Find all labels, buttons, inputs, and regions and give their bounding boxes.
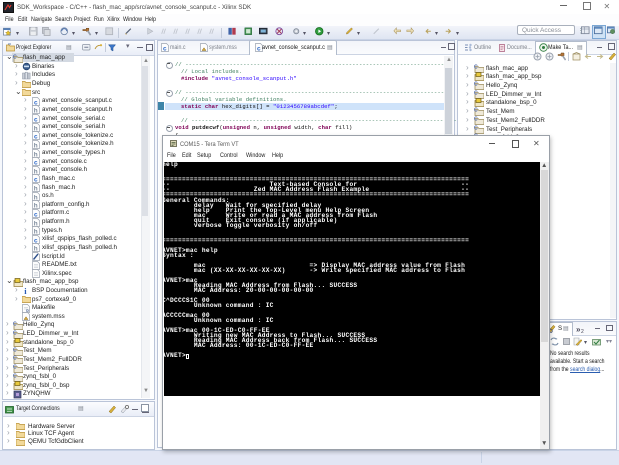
svg-text:C: C (474, 81, 478, 87)
svg-text:C: C (474, 90, 478, 96)
svg-text:c: c (257, 45, 261, 52)
svg-text:C: C (474, 125, 478, 131)
svg-text:C: C (474, 64, 478, 70)
svg-text:C: C (13, 373, 17, 379)
svg-text:C: C (13, 54, 17, 60)
svg-text:C: C (474, 108, 478, 114)
svg-text:2: 2 (581, 329, 584, 334)
svg-text:C: C (474, 116, 478, 122)
svg-text:C: C (13, 321, 17, 327)
svg-text:C: C (13, 365, 17, 371)
svg-text:C: C (13, 347, 17, 353)
svg-text:c: c (163, 45, 167, 52)
svg-text:C: C (13, 356, 17, 362)
svg-text:C: C (13, 330, 17, 336)
